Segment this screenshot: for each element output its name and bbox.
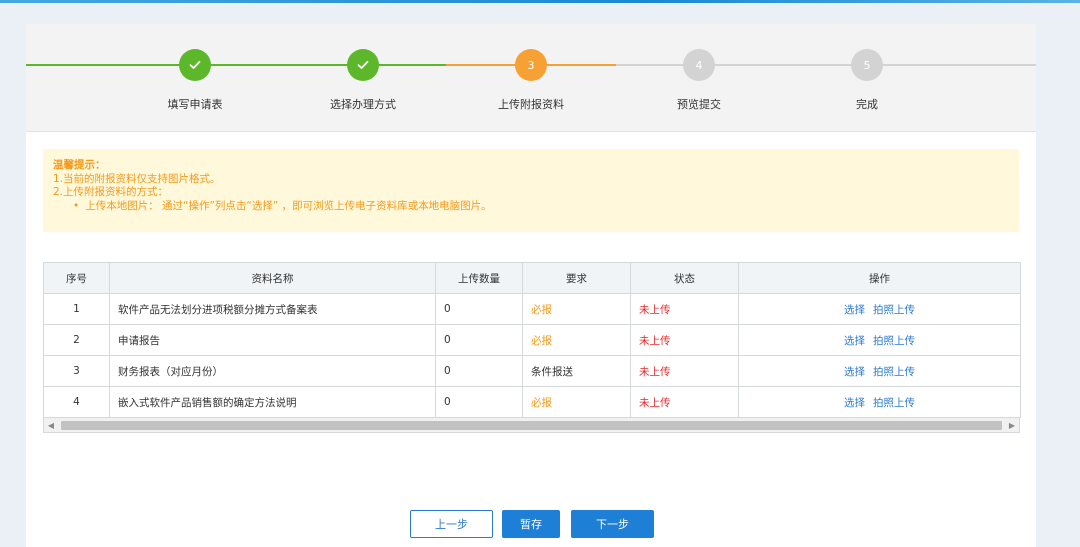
photo-upload-link[interactable]: 拍照上传: [873, 366, 915, 378]
row-operations: 选择 拍照上传: [738, 355, 1021, 387]
step-line-done: [26, 64, 446, 66]
photo-upload-link[interactable]: 拍照上传: [873, 304, 915, 316]
step-2-label: 选择办理方式: [330, 98, 396, 111]
row-name: 嵌入式软件产品销售额的确定方法说明: [109, 386, 436, 418]
row-status: 未上传: [630, 386, 739, 418]
attachments-table-container: 序号 资料名称 上传数量 要求 状态 操作 1 软件产品无法划分进项税额分摊方式…: [43, 262, 1021, 433]
row-operations: 选择 拍照上传: [738, 324, 1021, 356]
header-operations: 操作: [738, 262, 1021, 294]
step-1-check-icon: [179, 49, 211, 81]
step-3-number: 3: [515, 49, 547, 81]
step-5-number: 5: [851, 49, 883, 81]
tip-bullet-line: • 上传本地图片： 通过“操作”列点击“选择” ，即可浏览上传电子资料库或本地电脑…: [53, 200, 1009, 214]
row-index: 4: [43, 386, 110, 418]
row-name: 财务报表（对应月份）: [109, 355, 436, 387]
tip-title: 温馨提示：: [53, 159, 106, 171]
scroll-right-arrow-icon[interactable]: ▶: [1005, 418, 1019, 432]
tip-line-2: 2.上传附报资料的方式：: [53, 186, 169, 198]
row-count: 0: [435, 293, 523, 325]
row-name: 申请报告: [109, 324, 436, 356]
tip-bullet-text: 上传本地图片： 通过“操作”列点击“选择” ，即可浏览上传电子资料库或本地电脑图…: [85, 199, 492, 212]
table-row: 3 财务报表（对应月份） 0 条件报送 未上传 选择 拍照上传: [43, 355, 1021, 387]
scroll-left-arrow-icon[interactable]: ◀: [44, 418, 58, 432]
photo-upload-link[interactable]: 拍照上传: [873, 335, 915, 347]
row-operations: 选择 拍照上传: [738, 293, 1021, 325]
step-line-todo: [616, 64, 1036, 66]
tip-box: 温馨提示： 1.当前的附报资料仅支持图片格式。 2.上传附报资料的方式： • 上传…: [43, 149, 1019, 232]
row-count: 0: [435, 386, 523, 418]
attachments-table: 序号 资料名称 上传数量 要求 状态 操作 1 软件产品无法划分进项税额分摊方式…: [43, 262, 1021, 418]
header-name: 资料名称: [109, 262, 436, 294]
step-5-label: 完成: [856, 98, 878, 111]
row-count: 0: [435, 355, 523, 387]
header-count: 上传数量: [435, 262, 523, 294]
progress-stepper: 3 4 5 填写申请表 选择办理方式 上传附报资料 预览提交 完成: [26, 24, 1036, 132]
step-3-label: 上传附报资料: [498, 98, 564, 111]
row-status: 未上传: [630, 324, 739, 356]
main-panel: 3 4 5 填写申请表 选择办理方式 上传附报资料 预览提交 完成 温馨提示： …: [26, 24, 1036, 547]
row-status: 未上传: [630, 293, 739, 325]
photo-upload-link[interactable]: 拍照上传: [873, 397, 915, 409]
row-count: 0: [435, 324, 523, 356]
row-index: 1: [43, 293, 110, 325]
row-operations: 选择 拍照上传: [738, 386, 1021, 418]
bullet-dot-icon: •: [73, 199, 80, 212]
select-link[interactable]: 选择: [844, 366, 865, 378]
header-requirement: 要求: [522, 262, 631, 294]
table-header-row: 序号 资料名称 上传数量 要求 状态 操作: [43, 262, 1021, 294]
table-row: 2 申请报告 0 必报 未上传 选择 拍照上传: [43, 324, 1021, 356]
header-index: 序号: [43, 262, 110, 294]
save-draft-button[interactable]: 暂存: [502, 510, 560, 538]
step-4-label: 预览提交: [677, 98, 721, 111]
table-row: 4 嵌入式软件产品销售额的确定方法说明 0 必报 未上传 选择 拍照上传: [43, 386, 1021, 418]
select-link[interactable]: 选择: [844, 335, 865, 347]
scrollbar-thumb[interactable]: [61, 421, 1002, 430]
horizontal-scrollbar[interactable]: ◀ ▶: [43, 418, 1020, 433]
row-requirement: 必报: [522, 324, 631, 356]
tip-line-1: 1.当前的附报资料仅支持图片格式。: [53, 172, 221, 185]
step-2-check-icon: [347, 49, 379, 81]
next-step-button[interactable]: 下一步: [571, 510, 654, 538]
row-index: 2: [43, 324, 110, 356]
step-1-label: 填写申请表: [167, 98, 223, 111]
step-4-number: 4: [683, 49, 715, 81]
row-requirement: 必报: [522, 293, 631, 325]
row-requirement: 必报: [522, 386, 631, 418]
select-link[interactable]: 选择: [844, 304, 865, 316]
row-status: 未上传: [630, 355, 739, 387]
row-requirement: 条件报送: [522, 355, 631, 387]
select-link[interactable]: 选择: [844, 397, 865, 409]
table-row: 1 软件产品无法划分进项税额分摊方式备案表 0 必报 未上传 选择 拍照上传: [43, 293, 1021, 325]
top-accent-bar: [0, 0, 1080, 3]
row-name: 软件产品无法划分进项税额分摊方式备案表: [109, 293, 436, 325]
previous-step-button[interactable]: 上一步: [410, 510, 493, 538]
header-status: 状态: [630, 262, 739, 294]
row-index: 3: [43, 355, 110, 387]
